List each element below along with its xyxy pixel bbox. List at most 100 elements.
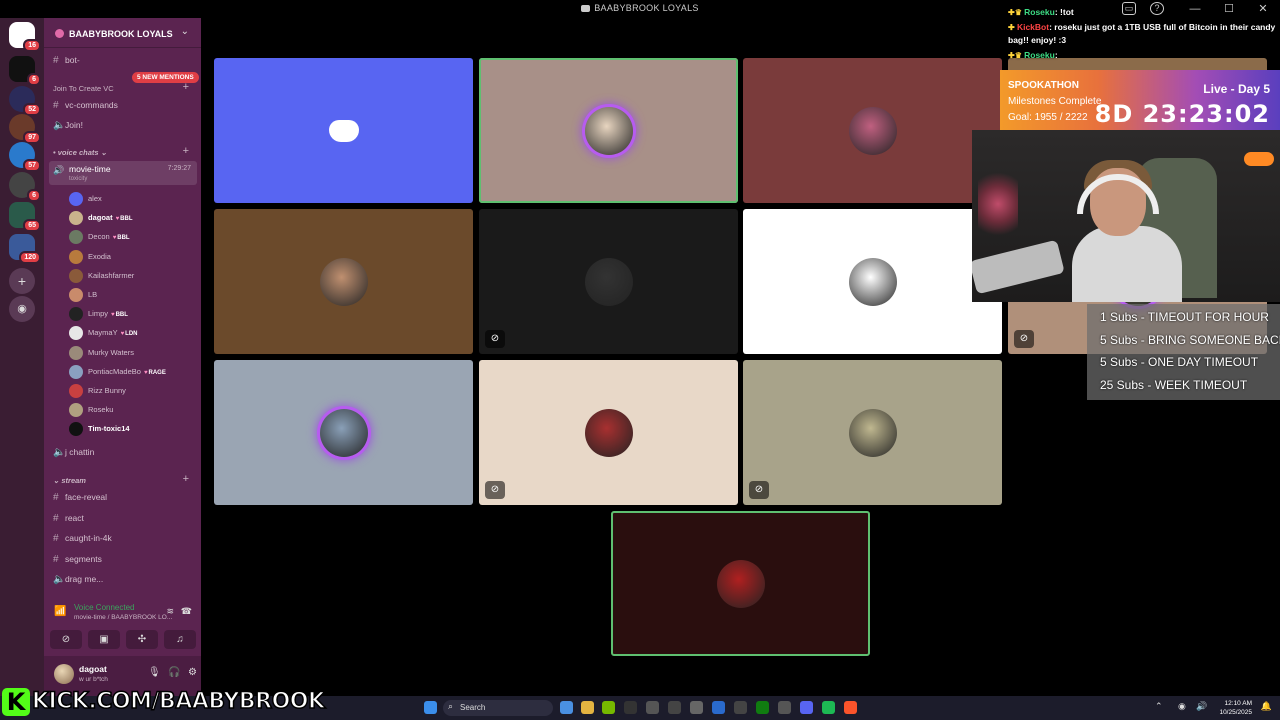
participant-tile[interactable] (743, 58, 1002, 203)
participant-tile[interactable]: ⊘ (743, 360, 1002, 505)
avatar (69, 345, 83, 360)
server-icon[interactable]: 57 (9, 142, 41, 172)
avatar (584, 408, 633, 457)
channel-bot[interactable]: # bot- (53, 55, 80, 71)
headphones-icon[interactable]: 🎧 (168, 667, 180, 678)
voice-user[interactable]: Murky Waters (69, 345, 197, 362)
voice-user[interactable]: LB (69, 287, 197, 304)
nvidia-icon[interactable] (602, 701, 615, 714)
server-header[interactable]: BAABYBROOK LOYALS ⌄ (44, 18, 201, 48)
signal-icon: 📶 (54, 606, 67, 617)
start-icon[interactable] (424, 701, 437, 714)
voice-user[interactable]: dagoat ♥BBL (69, 210, 197, 227)
voice-user[interactable]: Rizz Bunny (69, 383, 197, 400)
steam-icon[interactable] (690, 701, 703, 714)
channel-vc-commands[interactable]: # vc-commands (53, 100, 118, 116)
add-channel-icon[interactable]: + (183, 145, 189, 157)
server-icon[interactable]: 52 (9, 86, 41, 116)
voice-user[interactable]: alex (69, 191, 197, 208)
chevron-up-icon[interactable]: ⌃ (1155, 701, 1163, 712)
category-join-to-create[interactable]: Join To Create VC (53, 84, 114, 93)
voice-user[interactable]: Roseku (69, 402, 197, 419)
participant-tile[interactable] (479, 58, 738, 203)
server-icon[interactable]: 6 (9, 56, 41, 86)
role-tag: ♥RAGE (143, 369, 166, 376)
chevron-down-icon: ⌄ (180, 26, 189, 37)
server-folder[interactable]: 65 (9, 202, 41, 232)
app-icon[interactable] (624, 701, 637, 714)
voice-user[interactable]: MaymaY ♥LDN (69, 325, 197, 342)
avatar (319, 408, 368, 457)
server-rail: 16 6 52 97 57 6 65 120 + ◉ (0, 18, 44, 696)
avatar (319, 257, 368, 306)
disconnect-icon[interactable]: ☎ (181, 606, 192, 617)
server-folder[interactable]: 120 (9, 234, 41, 264)
voice-user[interactable]: Tim-toxic14 (69, 421, 197, 438)
heart-icon: ♥ (112, 235, 117, 242)
heart-icon: ♥ (115, 216, 120, 223)
task-view-icon[interactable] (560, 701, 573, 714)
screen-share-button[interactable]: ▣ (88, 630, 120, 649)
noise-suppression-icon[interactable]: ≋ (166, 606, 174, 617)
camera-off-button[interactable]: ⊘ (50, 630, 82, 649)
subs-rule: 5 Subs - ONE DAY TIMEOUT (1100, 355, 1259, 369)
category-voice-chats[interactable]: • voice chats ⌄ (53, 148, 107, 157)
brave-icon[interactable] (844, 701, 857, 714)
app-icon[interactable] (734, 701, 747, 714)
discord-icon[interactable] (800, 701, 813, 714)
participant-tile[interactable]: ⊘ (479, 360, 738, 505)
add-channel-icon[interactable]: + (183, 473, 189, 485)
network-icon[interactable]: ◉ (1178, 701, 1186, 712)
app-icon[interactable] (668, 701, 681, 714)
direct-messages-icon[interactable]: 16 (9, 22, 41, 52)
chat-message: ✚♛ Roseku: (1008, 50, 1058, 60)
volume-icon[interactable]: 🔊 (1196, 701, 1207, 712)
voice-user[interactable]: Decon ♥BBL (69, 229, 197, 246)
participant-tile[interactable] (214, 209, 473, 354)
channel-drag-me[interactable]: 🔈drag me... (53, 574, 103, 590)
discord-logo-icon (328, 119, 359, 142)
add-channel-icon[interactable]: + (183, 81, 189, 93)
microphone-icon[interactable]: 🎙 (148, 667, 161, 678)
avatar (69, 249, 83, 264)
app-icon[interactable] (712, 701, 725, 714)
category-stream[interactable]: ⌄ stream (53, 476, 86, 485)
avatar (69, 422, 83, 437)
subs-rule: 25 Subs - WEEK TIMEOUT (1100, 378, 1248, 392)
app-icon[interactable] (778, 701, 791, 714)
role-tag: ♥LDN (120, 331, 138, 338)
discover-icon[interactable]: ◉ (9, 296, 35, 322)
app-icon[interactable] (646, 701, 659, 714)
channel-caught-in-4k[interactable]: # caught-in-4k (53, 533, 112, 549)
participant-tile[interactable]: ⊘ (479, 209, 738, 354)
voice-user[interactable]: Kailashfarmer (69, 268, 197, 285)
participant-tile[interactable] (214, 58, 473, 203)
voice-user[interactable]: PontiacMadeBo ♥RAGE (69, 364, 197, 381)
channel-j-chattin[interactable]: 🔈j chattin (53, 447, 94, 463)
channel-face-reveal[interactable]: # face-reveal (53, 492, 107, 508)
participant-tile[interactable] (611, 511, 870, 656)
system-clock[interactable]: 12:10 AM 10/25/2025 (1219, 699, 1252, 717)
avatar[interactable] (54, 664, 74, 684)
file-explorer-icon[interactable] (581, 701, 594, 714)
add-server-icon[interactable]: + (9, 268, 35, 294)
channel-react[interactable]: # react (53, 513, 84, 529)
channel-join[interactable]: 🔈Join! (53, 120, 83, 136)
xbox-icon[interactable] (756, 701, 769, 714)
settings-gear-icon[interactable]: ⚙ (188, 667, 197, 678)
channel-movie-time[interactable]: 🔊 movie-time toxicity 7:29:27 (49, 161, 197, 185)
voice-user[interactable]: Exodia (69, 249, 197, 266)
activities-button[interactable]: ✣ (126, 630, 158, 649)
participant-tile[interactable] (743, 209, 1002, 354)
avatar (69, 288, 83, 302)
participant-tile[interactable] (214, 360, 473, 505)
server-icon[interactable]: 6 (9, 172, 41, 202)
soundboard-button[interactable]: ♫ (164, 630, 196, 649)
server-icon[interactable]: 97 (9, 114, 41, 144)
channel-segments[interactable]: # segments (53, 554, 102, 570)
spotify-icon[interactable] (822, 701, 835, 714)
muted-icon: ⊘ (749, 481, 769, 499)
notifications-icon[interactable]: 🔔 (1261, 701, 1272, 712)
voice-user[interactable]: Limpy ♥BBL (69, 306, 197, 323)
search-box[interactable]: ⌕ Search (443, 700, 553, 716)
